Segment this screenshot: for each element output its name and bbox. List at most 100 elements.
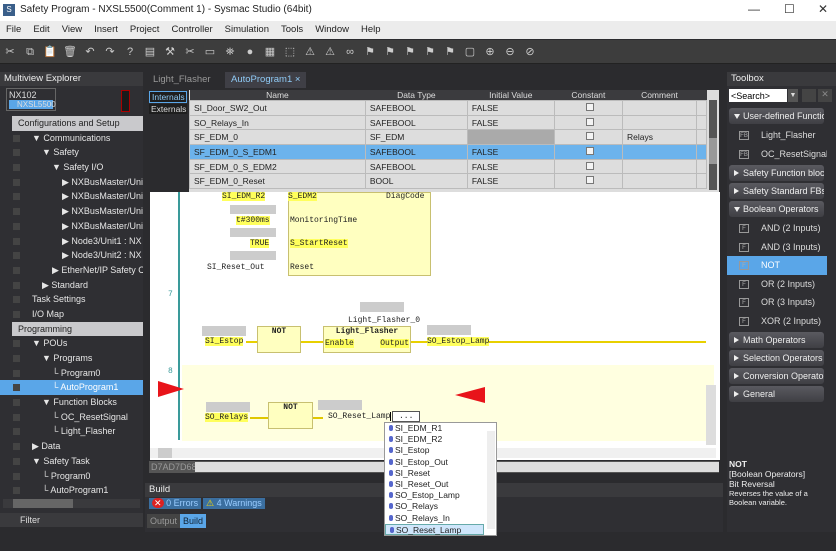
autocomplete-item[interactable]: SI_EDM_R2 <box>385 434 496 445</box>
variable-cell[interactable]: SAFEBOOL <box>364 144 468 160</box>
toolbar-button-icon[interactable]: ✂ <box>0 40 20 64</box>
tree-item[interactable]: ▶ Node3/Unit1 : NX <box>0 234 143 249</box>
tree-checkbox[interactable] <box>13 413 20 421</box>
toolbar-button-icon[interactable]: ↷ <box>100 40 120 64</box>
menu-project[interactable]: Project <box>124 21 166 38</box>
constant-checkbox[interactable] <box>586 132 595 141</box>
autocomplete-item[interactable]: SI_Estop <box>385 445 496 456</box>
toolbar-button-icon[interactable]: ⚒ <box>160 40 180 64</box>
input-edm-r2[interactable]: SI_EDM_R2 <box>222 192 266 201</box>
tab-light-flasher[interactable]: Light_Flasher <box>147 72 217 88</box>
autocomplete-scrollbar[interactable] <box>487 431 495 529</box>
minimize-button[interactable]: — <box>748 2 760 16</box>
start-reset-value[interactable]: TRUE <box>250 239 270 248</box>
tree-checkbox[interactable] <box>13 472 20 480</box>
comment-cell[interactable]: Relays <box>622 129 697 146</box>
tree-item[interactable]: └ AutoProgram1 <box>0 483 143 498</box>
close-button[interactable]: ✕ <box>818 2 828 16</box>
light-flasher-block[interactable]: Light_Flasher Enable Output <box>323 326 411 353</box>
tree-item[interactable]: ▶ NXBusMaster/Unit <box>0 219 143 234</box>
tree-checkbox[interactable] <box>13 193 20 201</box>
variable-cell[interactable]: SAFEBOOL <box>364 158 468 175</box>
tree-item[interactable]: Configurations and Setup <box>0 116 143 131</box>
input-so-relays[interactable]: SO_Relays <box>205 413 249 422</box>
variable-cell[interactable]: FALSE <box>466 158 555 175</box>
toolbox-group[interactable]: Math Operators <box>729 332 824 348</box>
menu-simulation[interactable]: Simulation <box>219 21 275 38</box>
autocomplete-item[interactable]: SO_Reset_Lamp <box>385 523 484 535</box>
variable-cell[interactable]: SAFEBOOL <box>364 114 468 131</box>
toolbar-button-icon[interactable]: ⚑ <box>440 40 460 64</box>
toolbar-button-icon[interactable]: ▢ <box>460 40 480 64</box>
tree-item[interactable]: ▼ Programs <box>0 351 143 366</box>
variable-cell[interactable]: SF_EDM_0_Reset <box>189 173 366 190</box>
tree-checkbox[interactable] <box>13 149 20 157</box>
variable-cell[interactable] <box>466 129 555 146</box>
tree-checkbox[interactable] <box>13 487 20 495</box>
tree-item[interactable]: I/O Map <box>0 307 143 322</box>
autocomplete-item[interactable]: SI_Estop_Out <box>385 457 496 468</box>
constant-cell[interactable] <box>553 173 624 190</box>
toolbar-button-icon[interactable]: 📋 <box>40 40 60 64</box>
toolbar-button-icon[interactable]: ↶ <box>80 40 100 64</box>
tree-checkbox[interactable] <box>13 178 20 186</box>
tree-item[interactable]: ▼ POUs <box>0 336 143 351</box>
tab-output[interactable]: Output <box>147 514 181 528</box>
toolbar-button-icon[interactable]: ▭ <box>200 40 220 64</box>
diagram-vscrollbar[interactable] <box>706 200 716 445</box>
constant-checkbox[interactable] <box>586 176 595 185</box>
column-header[interactable]: Initial Value <box>467 90 555 101</box>
menu-controller[interactable]: Controller <box>165 21 218 38</box>
constant-checkbox[interactable] <box>586 102 595 111</box>
output-variable-input[interactable]: SO_Reset_Lamp <box>328 412 392 421</box>
constant-cell[interactable] <box>553 100 624 116</box>
reset-variable[interactable]: SI_Reset_Out <box>207 263 265 272</box>
toolbar-button-icon[interactable]: ▦ <box>260 40 280 64</box>
tree-item[interactable]: ▼ Function Blocks <box>0 395 143 410</box>
tree-item[interactable]: ▼ Communications <box>0 131 143 146</box>
toolbox-item[interactable]: FB Light_Flasher <box>727 126 827 145</box>
toolbox-group[interactable]: Safety Standard FBs <box>729 183 824 199</box>
variable-autocomplete-list[interactable]: SI_EDM_R1 SI_EDM_R2 SI_Estop SI_Estop_Out SI… <box>384 422 497 536</box>
menu-edit[interactable]: Edit <box>27 21 55 38</box>
variable-row[interactable]: SF_EDM_0 SF_EDM Relays <box>189 129 708 146</box>
tree-checkbox[interactable] <box>13 310 20 318</box>
toolbox-group[interactable]: General <box>729 386 824 402</box>
toolbox-item[interactable]: F OR (3 Inputs) <box>727 293 827 312</box>
not-block-rung8[interactable]: NOT <box>268 402 313 429</box>
column-header[interactable]: Data Type <box>365 90 468 101</box>
tree-checkbox[interactable] <box>13 399 20 407</box>
tab-autoprogram1[interactable]: AutoProgram1 × <box>225 72 307 88</box>
toolbox-item[interactable]: F XOR (2 Inputs) <box>727 312 827 331</box>
search-dropdown-icon[interactable]: ▼ <box>788 89 798 102</box>
variable-cell[interactable]: SAFEBOOL <box>364 100 468 116</box>
tree-checkbox[interactable] <box>13 384 20 392</box>
variable-row[interactable]: SO_Relays_In SAFEBOOL FALSE <box>189 114 708 131</box>
errors-filter[interactable]: ✕ 0 Errors <box>149 498 202 509</box>
constant-cell[interactable] <box>553 158 624 175</box>
tree-item[interactable]: ▶ Data <box>0 439 143 454</box>
comment-cell[interactable] <box>622 173 697 190</box>
variable-cell[interactable]: SF_EDM_0_S_EDM1 <box>189 144 366 160</box>
tree-item[interactable]: ▼ Safety I/O <box>0 160 143 175</box>
toolbar-button-icon[interactable]: ⚑ <box>380 40 400 64</box>
toolbar-button-icon[interactable]: ⊕ <box>480 40 500 64</box>
tree-checkbox[interactable] <box>13 266 20 274</box>
browse-button[interactable]: ... <box>392 411 421 422</box>
menu-insert[interactable]: Insert <box>88 21 124 38</box>
menu-file[interactable]: File <box>0 21 27 38</box>
tree-item[interactable]: └ Program0 <box>0 366 143 381</box>
tree-checkbox[interactable] <box>13 369 20 377</box>
tab-build[interactable]: Build <box>180 514 207 528</box>
constant-checkbox[interactable] <box>586 117 595 126</box>
tree-item[interactable]: ▶ NXBusMaster/Unit <box>0 189 143 204</box>
device-selector[interactable]: NX102 NXSL5500 <box>6 88 56 111</box>
tree-checkbox[interactable] <box>13 164 20 172</box>
variable-cell[interactable]: FALSE <box>466 173 555 190</box>
toolbox-item[interactable]: F AND (3 Inputs) <box>727 238 827 257</box>
tree-item[interactable]: ▶ NXBusMaster/Unit <box>0 175 143 190</box>
tree-checkbox[interactable] <box>13 208 20 216</box>
variable-cell[interactable]: SF_EDM <box>364 129 468 146</box>
toolbox-group[interactable]: User-defined Functio <box>729 108 824 124</box>
tree-checkbox[interactable] <box>13 281 20 289</box>
